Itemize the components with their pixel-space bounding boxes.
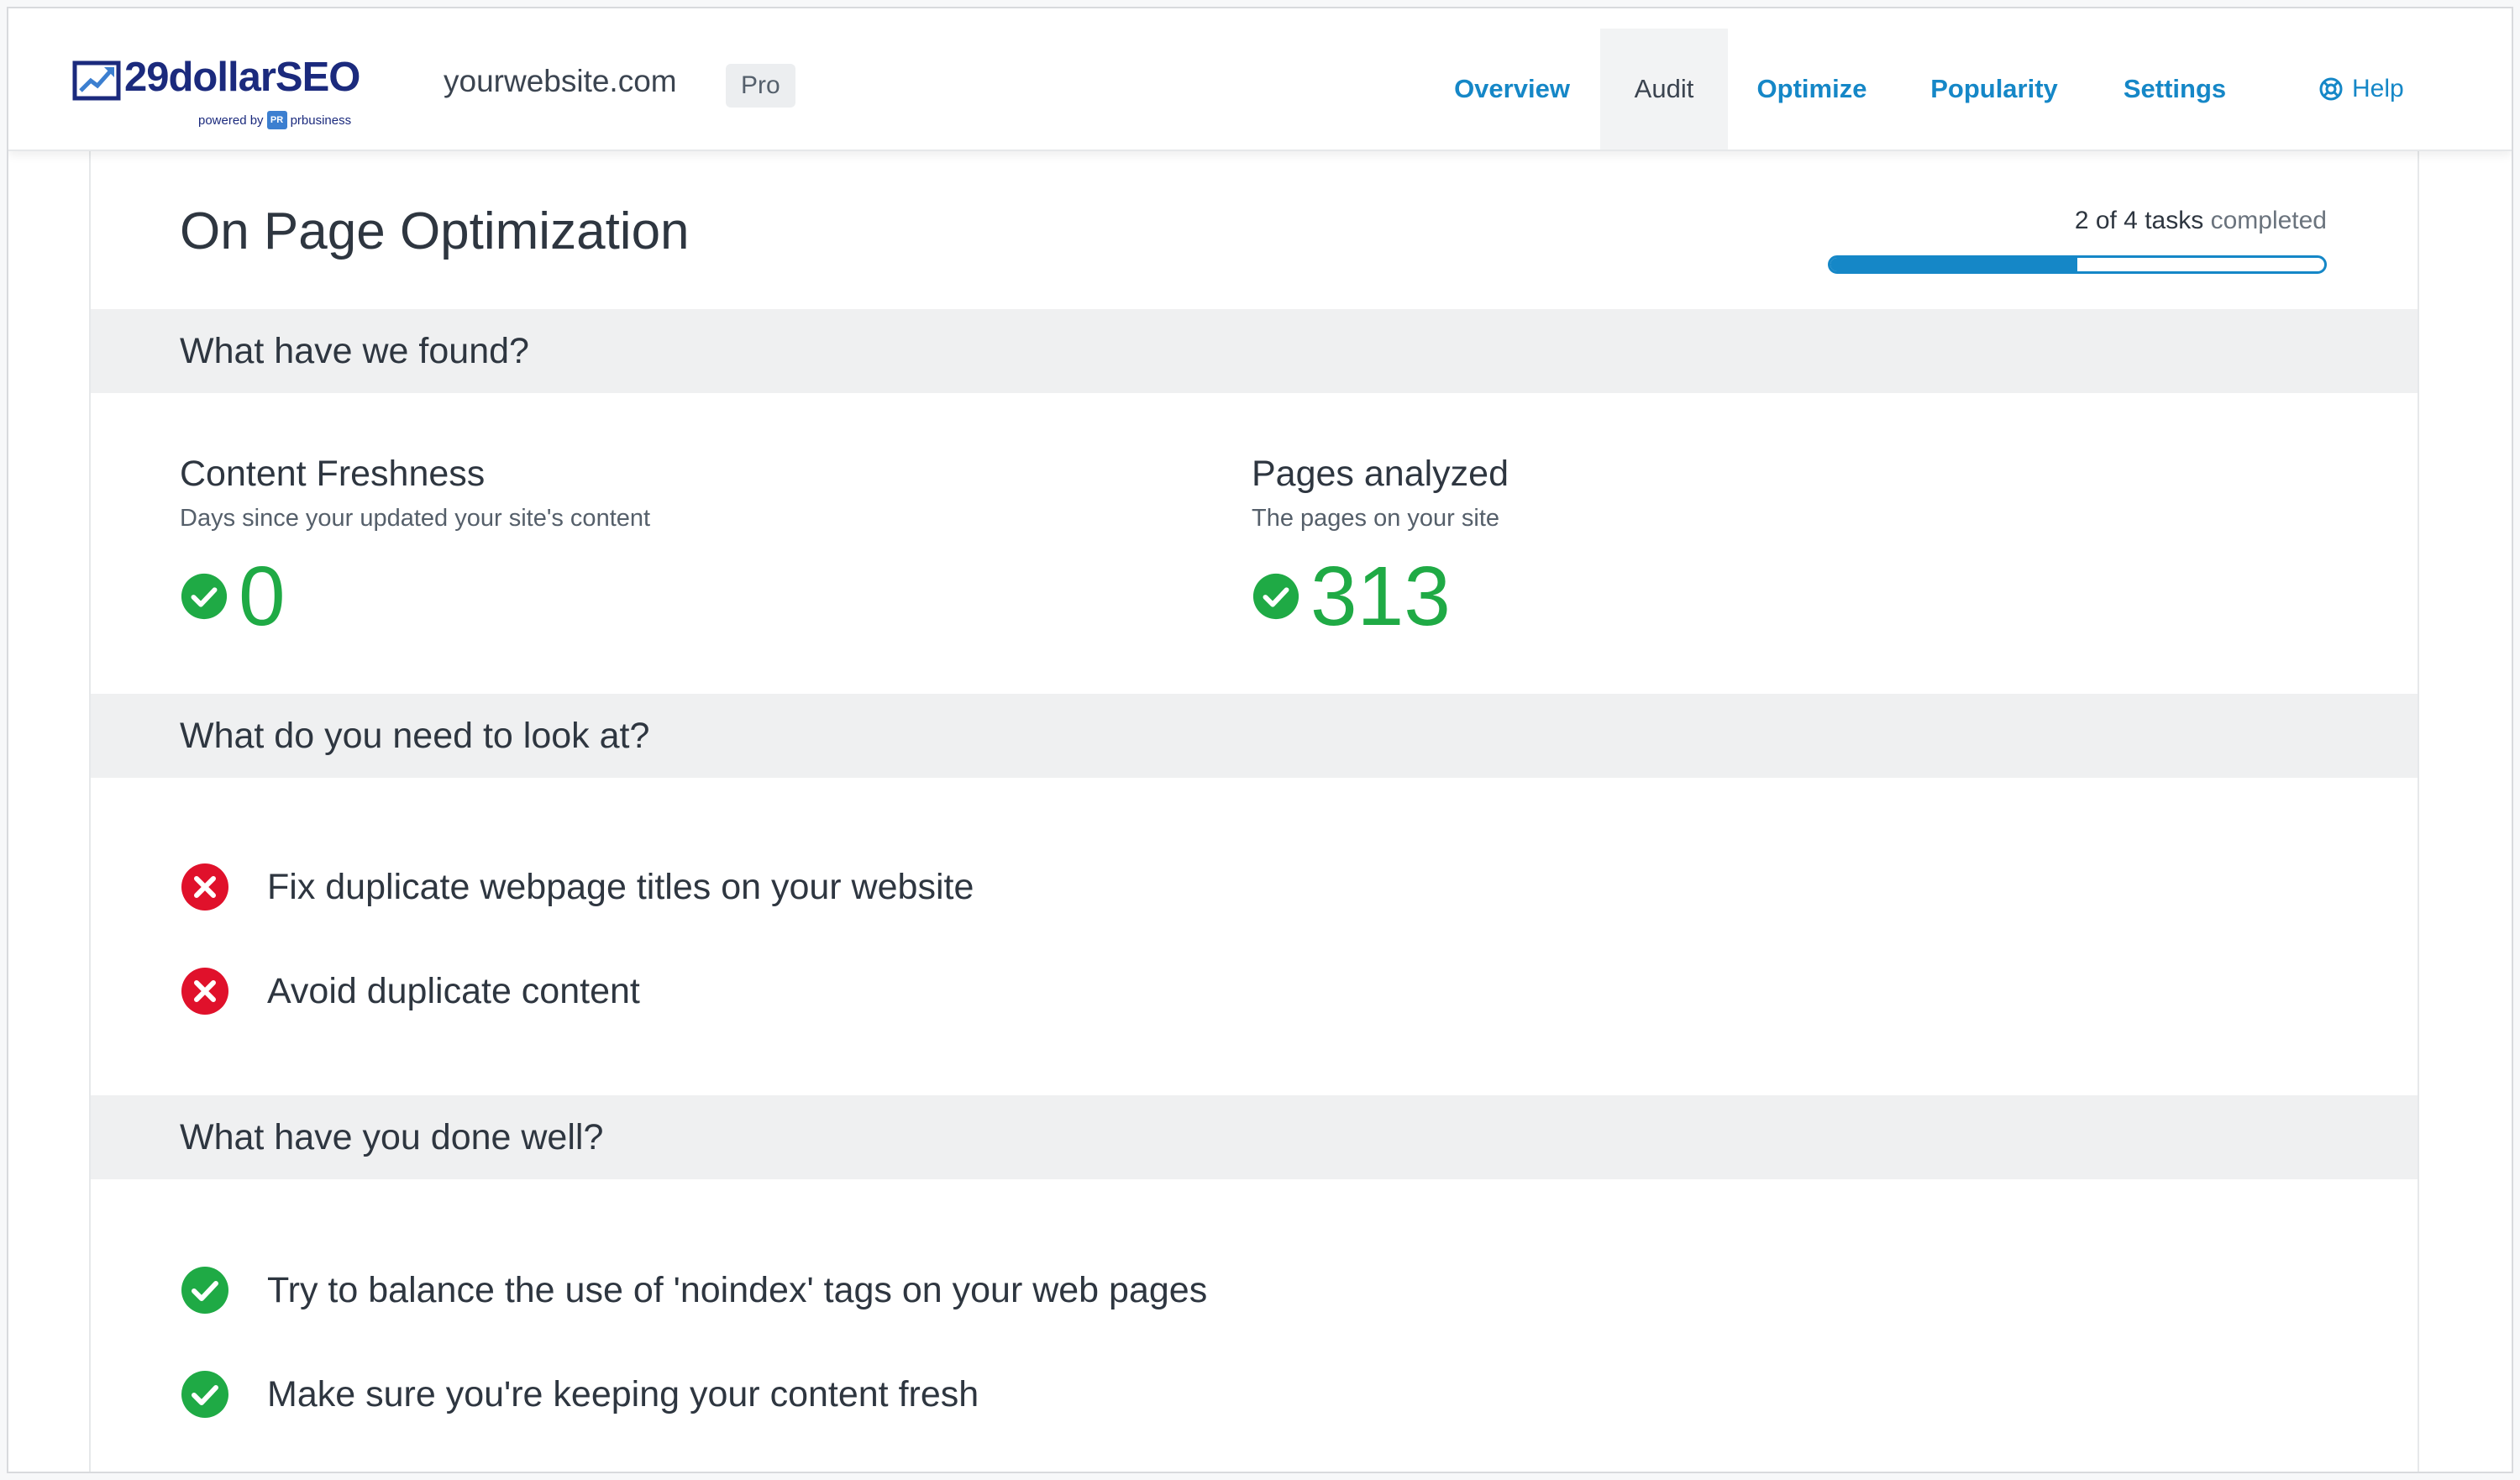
passed-item[interactable]: Try to balance the use of 'noindex' tags… [180,1265,1207,1315]
task-count: 2 of 4 tasks [2074,207,2204,234]
check-circle-icon [1252,573,1299,620]
top-navigation-bar: 29dollarSEO powered by PR prbusiness you… [8,8,2512,151]
issue-item[interactable]: Fix duplicate webpage titles on your web… [180,862,974,912]
section-header-done-well: What have you done well? [91,1095,2418,1179]
check-circle-icon [181,1371,228,1418]
page-title: On Page Optimization [180,202,690,260]
section-header-look-at: What do you need to look at? [91,694,2418,778]
task-progress-bar [1828,255,2327,274]
audit-panel: On Page Optimization 2 of 4 tasks comple… [89,150,2419,1472]
help-label: Help [2352,75,2404,102]
nav-overview[interactable]: Overview [1436,29,1588,150]
metric-title: Pages analyzed [1252,454,1509,494]
nav-audit[interactable]: Audit [1600,29,1728,150]
section-header-found: What have we found? [91,309,2418,393]
powered-by-line: powered by PR prbusiness [198,111,351,129]
metric-content-freshness: Content Freshness Days since your update… [180,454,651,638]
issue-item[interactable]: Avoid duplicate content [180,966,640,1016]
metric-value-row: 0 [180,554,286,638]
passed-label: Make sure you're keeping your content fr… [267,1373,979,1414]
check-circle-icon [181,573,228,620]
metric-value: 313 [1310,549,1451,643]
metric-title: Content Freshness [180,454,486,494]
site-domain: yourwebsite.com [444,64,677,98]
section-title-found: What have we found? [180,331,529,371]
passed-label: Try to balance the use of 'noindex' tags… [267,1269,1208,1310]
passed-item[interactable]: Make sure you're keeping your content fr… [180,1369,979,1420]
plan-badge: Pro [726,64,795,108]
nav-optimize[interactable]: Optimize [1740,29,1883,150]
error-x-icon [181,863,228,911]
app-window: 29dollarSEO powered by PR prbusiness you… [7,7,2513,1473]
help-link[interactable]: Help [2318,29,2404,150]
section-title-done-well: What have you done well? [180,1117,604,1157]
check-circle-icon [181,1267,228,1314]
lifebuoy-icon [2319,77,2343,101]
metric-subtitle: Days since your updated your site's cont… [180,505,651,532]
brand-logo[interactable]: 29dollarSEO powered by PR prbusiness [72,52,400,144]
metric-value-row: 313 [1252,554,1451,638]
powered-by-text: powered by [198,113,264,128]
task-progress-fill [1830,258,2077,271]
metric-pages-analyzed: Pages analyzed The pages on your site 31… [1252,454,1509,638]
issue-label: Fix duplicate webpage titles on your web… [267,866,974,907]
metric-value: 0 [239,549,286,643]
error-x-icon [181,968,228,1015]
partner-name: prbusiness [290,113,352,128]
nav-popularity[interactable]: Popularity [1910,29,2078,150]
task-suffix: completed [2210,207,2327,234]
task-progress-text: 2 of 4 tasks completed [2075,207,2327,235]
pr-badge-icon: PR [266,111,287,129]
brand-name: 29dollarSEO [124,55,360,100]
metric-subtitle: The pages on your site [1252,505,1500,532]
section-title-look-at: What do you need to look at? [180,716,650,756]
nav-settings[interactable]: Settings [2103,29,2246,150]
chart-logo-icon [72,60,121,101]
issue-label: Avoid duplicate content [267,970,640,1011]
